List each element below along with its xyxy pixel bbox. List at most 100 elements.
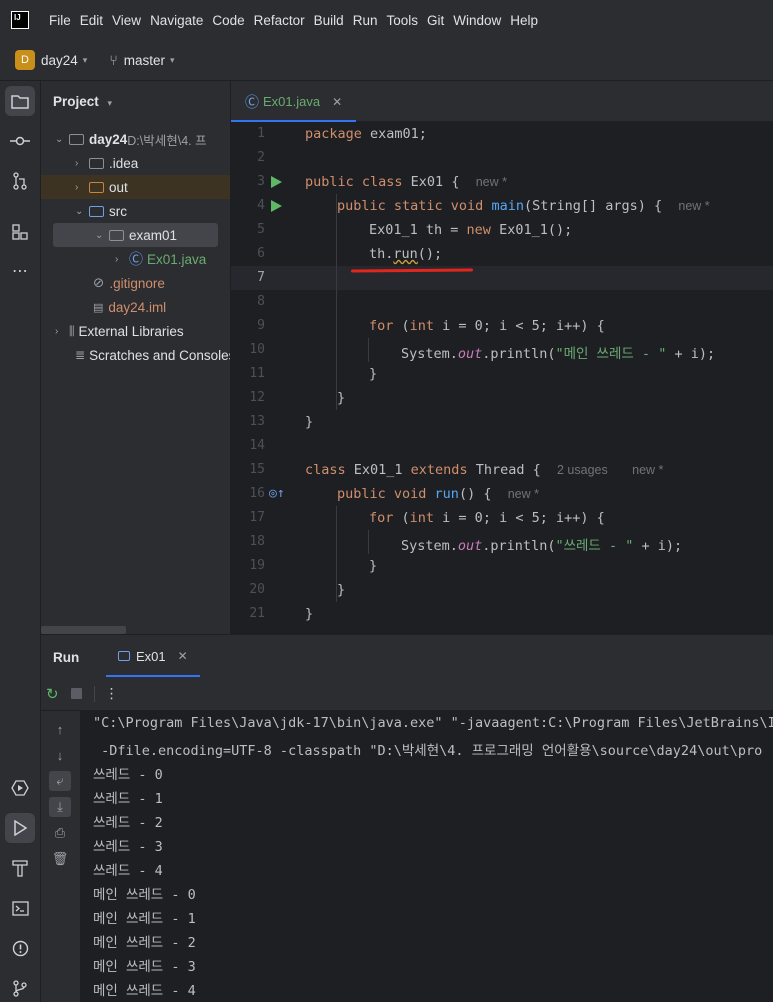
tab-ex01-java[interactable]: Ⓒ Ex01.java ✕ (231, 81, 357, 122)
run-icon[interactable] (5, 813, 35, 843)
chevron-right-icon[interactable]: › (75, 182, 89, 193)
code-line-5: Ex01_1 th = new Ex01_1(); (369, 222, 573, 238)
menu-edit[interactable]: Edit (80, 13, 103, 28)
chevron-down-icon[interactable]: ▾ (108, 98, 113, 109)
menu-refactor[interactable]: Refactor (254, 13, 305, 28)
scroll-down-icon[interactable]: ↓ (49, 745, 71, 765)
menu-file[interactable]: File (49, 13, 71, 28)
chevron-right-icon[interactable]: › (55, 326, 69, 337)
excluded-folder-icon (89, 181, 104, 193)
module-file-icon: ▤ (93, 301, 104, 314)
project-badge[interactable]: D (15, 50, 35, 70)
git-branch-icon[interactable]: ⑂ (109, 52, 117, 68)
line-number: 20 (249, 582, 265, 597)
line-number: 6 (257, 246, 265, 261)
git-icon[interactable] (5, 973, 35, 1002)
structure-icon[interactable] (5, 217, 35, 247)
line-number: 11 (249, 366, 265, 381)
tree-item-label: exam01 (129, 227, 178, 243)
chevron-down-icon[interactable]: ▾ (83, 55, 88, 66)
tree-item-gitignore[interactable]: ⊘ .gitignore (93, 271, 165, 295)
chevron-right-icon[interactable]: › (75, 158, 89, 169)
menu-build[interactable]: Build (314, 13, 344, 28)
chevron-right-icon[interactable]: › (115, 254, 129, 265)
terminal-icon[interactable] (5, 893, 35, 923)
toolbar-separator (93, 685, 95, 702)
override-method-icon[interactable]: ◎↑ (269, 486, 285, 501)
tree-item-day24-iml[interactable]: ▤ day24.iml (93, 295, 166, 319)
project-selector[interactable]: day24 (41, 53, 78, 68)
close-icon[interactable]: ✕ (178, 649, 188, 663)
libraries-icon: ⫼ (69, 323, 75, 338)
line-number: 18 (249, 534, 265, 549)
line-number: 1 (257, 126, 265, 141)
project-panel-header[interactable]: Project ▾ (53, 94, 112, 109)
intellij-logo-icon[interactable]: IJ (11, 11, 29, 29)
chevron-down-icon[interactable]: ⌄ (75, 206, 89, 217)
close-icon[interactable]: ✕ (332, 95, 342, 109)
console-line: "C:\Program Files\Java\jdk-17\bin\java.e… (93, 715, 773, 731)
menu-items: File Edit View Navigate Code Refactor Build Run… (49, 13, 547, 28)
code-line-11: } (369, 366, 378, 382)
run-main-icon[interactable] (271, 200, 282, 212)
tree-item-out[interactable]: › out (41, 175, 230, 199)
tree-item-scratches[interactable]: ≣ Scratches and Consoles (75, 343, 230, 367)
clear-all-icon[interactable]: 🗑 (49, 849, 71, 869)
inlay-hint: new * (632, 463, 664, 477)
branch-selector[interactable]: master (124, 53, 165, 68)
services-icon[interactable] (5, 773, 35, 803)
stop-icon[interactable] (70, 688, 82, 699)
menu-navigate[interactable]: Navigate (150, 13, 203, 28)
chevron-down-icon[interactable]: ⌄ (95, 230, 109, 241)
print-icon[interactable]: ⎙ (49, 823, 71, 843)
folder-icon (89, 157, 104, 169)
pull-requests-icon[interactable] (5, 166, 35, 196)
menu-code[interactable]: Code (212, 13, 244, 28)
menu-view[interactable]: View (112, 13, 141, 28)
code-line-20: } (337, 582, 346, 598)
code-editor: Ⓒ Ex01.java ✕ 1 2 3 4 5 6 7 8 9 10 11 12 13 14 15 16 17 1… (231, 81, 773, 634)
soft-wrap-icon[interactable]: ⤶ (49, 771, 71, 791)
java-class-icon: Ⓒ (245, 93, 259, 110)
problems-icon[interactable] (5, 933, 35, 963)
tree-item-day24[interactable]: ⌄ day24 D:\박세현\4. 프 (55, 127, 207, 151)
console-line: 메인 쓰레드 - 4 (93, 983, 196, 999)
console-line: 메인 쓰레드 - 1 (93, 911, 196, 927)
code-line-4: public static void main(String[] args) {… (337, 198, 710, 214)
console-output[interactable]: "C:\Program Files\Java\jdk-17\bin\java.e… (80, 711, 773, 1002)
tree-item-src[interactable]: ⌄ src (75, 199, 127, 223)
more-options-icon[interactable]: ⋮ (105, 685, 119, 702)
horizontal-scrollbar[interactable] (41, 626, 126, 634)
line-number: 5 (257, 222, 265, 237)
menu-help[interactable]: Help (510, 13, 538, 28)
scroll-to-end-icon[interactable]: ⤓ (49, 797, 71, 817)
code-area[interactable]: 1 2 3 4 5 6 7 8 9 10 11 12 13 14 15 16 17 18 19 20 21 ◎↑ pac… (231, 122, 773, 634)
tree-item-exam01[interactable]: ⌄ exam01 (53, 223, 218, 247)
build-hammer-icon[interactable] (5, 853, 35, 883)
menu-window[interactable]: Window (453, 13, 501, 28)
run-class-icon[interactable] (271, 176, 282, 188)
line-number: 4 (257, 198, 265, 213)
rerun-icon[interactable]: ↻ (46, 685, 59, 703)
chevron-down-icon[interactable]: ▾ (170, 55, 175, 66)
run-panel-title: Run (53, 650, 80, 665)
project-view-icon[interactable] (5, 86, 35, 116)
tree-item-ex01-java[interactable]: › Ⓒ Ex01.java (115, 247, 206, 271)
line-number: 13 (249, 414, 265, 429)
tree-item-label: .gitignore (109, 275, 165, 291)
menu-run[interactable]: Run (353, 13, 378, 28)
tree-item-external-libraries[interactable]: › ⫼ External Libraries (55, 319, 184, 343)
scroll-up-icon[interactable]: ↑ (49, 719, 71, 739)
tree-item-path: D:\박세현\4. 프 (127, 133, 207, 148)
chevron-down-icon[interactable]: ⌄ (55, 134, 69, 145)
code-line-15: class Ex01_1 extends Thread { 2 usages n… (305, 462, 664, 478)
more-tools-icon[interactable]: ⋯ (5, 256, 35, 286)
menu-tools[interactable]: Tools (386, 13, 418, 28)
package-icon (109, 229, 124, 241)
menu-git[interactable]: Git (427, 13, 444, 28)
tree-item-idea[interactable]: › .idea (75, 151, 138, 175)
tab-run-ex01[interactable]: Ex01 ✕ (106, 635, 200, 677)
line-number: 8 (257, 294, 265, 309)
tab-label: Ex01.java (263, 94, 321, 109)
commit-icon[interactable] (5, 126, 35, 156)
